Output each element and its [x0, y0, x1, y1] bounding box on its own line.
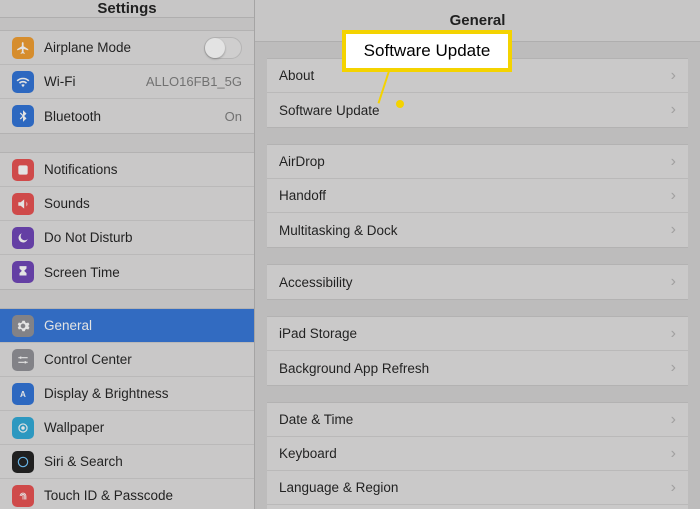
- fingerprint-icon: [12, 485, 34, 507]
- chevron-right-icon: ›: [671, 187, 676, 205]
- sliders-icon: [12, 349, 34, 371]
- detail-item-date-time[interactable]: Date & Time ›: [267, 403, 688, 437]
- sidebar-item-sounds[interactable]: Sounds: [0, 187, 254, 221]
- hourglass-icon: [12, 261, 34, 283]
- callout-box: Software Update: [342, 30, 512, 72]
- sidebar-item-wallpaper[interactable]: Wallpaper: [0, 411, 254, 445]
- chevron-right-icon: ›: [671, 411, 676, 429]
- sidebar-item-siri-search[interactable]: Siri & Search: [0, 445, 254, 479]
- sidebar-item-label: Control Center: [44, 352, 242, 367]
- chevron-right-icon: ›: [671, 479, 676, 497]
- sidebar-item-label: Do Not Disturb: [44, 230, 242, 245]
- sounds-icon: [12, 193, 34, 215]
- sidebar-item-label: Bluetooth: [44, 109, 225, 124]
- sidebar-item-label: Display & Brightness: [44, 386, 242, 401]
- sidebar-header: Settings: [0, 0, 254, 18]
- detail-item-label: Date & Time: [279, 412, 671, 427]
- chevron-right-icon: ›: [671, 445, 676, 463]
- airplane-icon: [12, 37, 34, 59]
- sidebar-item-label: Siri & Search: [44, 454, 242, 469]
- wallpaper-icon: [12, 417, 34, 439]
- chevron-right-icon: ›: [671, 221, 676, 239]
- sidebar-item-do-not-disturb[interactable]: Do Not Disturb: [0, 221, 254, 255]
- sidebar-item-label: General: [44, 318, 242, 333]
- sidebar-group-alerts: Notifications Sounds Do Not Disturb Scre…: [0, 152, 254, 290]
- sidebar-item-airplane-mode[interactable]: Airplane Mode: [0, 31, 254, 65]
- detail-group-region: Date & Time › Keyboard › Language & Regi…: [267, 402, 688, 509]
- detail-title: General: [450, 12, 506, 29]
- chevron-right-icon: ›: [671, 101, 676, 119]
- detail-item-label: Accessibility: [279, 275, 671, 290]
- detail-item-label: Multitasking & Dock: [279, 223, 671, 238]
- bluetooth-value: On: [225, 109, 242, 124]
- sidebar-item-label: Touch ID & Passcode: [44, 488, 242, 503]
- detail-item-label: Language & Region: [279, 480, 671, 495]
- sidebar-item-notifications[interactable]: Notifications: [0, 153, 254, 187]
- detail-item-dictionary[interactable]: Dictionary ›: [267, 505, 688, 509]
- display-icon: A: [12, 383, 34, 405]
- detail-item-multitasking-dock[interactable]: Multitasking & Dock ›: [267, 213, 688, 247]
- wifi-value: ALLO16FB1_5G: [146, 74, 242, 89]
- sidebar-item-label: Notifications: [44, 162, 242, 177]
- sidebar-item-display-brightness[interactable]: A Display & Brightness: [0, 377, 254, 411]
- detail-item-label: Handoff: [279, 188, 671, 203]
- chevron-right-icon: ›: [671, 325, 676, 343]
- detail-item-label: Software Update: [279, 103, 671, 118]
- sidebar-item-label: Screen Time: [44, 265, 242, 280]
- chevron-right-icon: ›: [671, 153, 676, 171]
- detail-item-keyboard[interactable]: Keyboard ›: [267, 437, 688, 471]
- sidebar-item-touch-id-passcode[interactable]: Touch ID & Passcode: [0, 479, 254, 509]
- sidebar-item-label: Wi-Fi: [44, 74, 146, 89]
- detail-item-background-app-refresh[interactable]: Background App Refresh ›: [267, 351, 688, 385]
- detail-group-accessibility: Accessibility ›: [267, 264, 688, 300]
- detail-item-software-update[interactable]: Software Update ›: [267, 93, 688, 127]
- detail-group-storage: iPad Storage › Background App Refresh ›: [267, 316, 688, 386]
- sidebar-item-general[interactable]: General: [0, 309, 254, 343]
- detail-group-continuity: AirDrop › Handoff › Multitasking & Dock …: [267, 144, 688, 248]
- sidebar-title: Settings: [97, 0, 156, 17]
- bluetooth-icon: [12, 105, 34, 127]
- notifications-icon: [12, 159, 34, 181]
- detail-item-label: Keyboard: [279, 446, 671, 461]
- sidebar-item-control-center[interactable]: Control Center: [0, 343, 254, 377]
- sidebar-item-label: Airplane Mode: [44, 40, 204, 55]
- detail-item-label: AirDrop: [279, 154, 671, 169]
- sidebar-item-wifi[interactable]: Wi-Fi ALLO16FB1_5G: [0, 65, 254, 99]
- detail-pane: General About › Software Update › AirDro…: [255, 0, 700, 509]
- chevron-right-icon: ›: [671, 359, 676, 377]
- callout-text: Software Update: [364, 41, 491, 61]
- sidebar-group-network: Airplane Mode Wi-Fi ALLO16FB1_5G Bluetoo…: [0, 30, 254, 134]
- sidebar-item-screen-time[interactable]: Screen Time: [0, 255, 254, 289]
- sidebar-item-label: Wallpaper: [44, 420, 242, 435]
- siri-icon: [12, 451, 34, 473]
- detail-item-label: Background App Refresh: [279, 361, 671, 376]
- chevron-right-icon: ›: [671, 273, 676, 291]
- svg-text:A: A: [20, 389, 26, 398]
- detail-item-label: iPad Storage: [279, 326, 671, 341]
- moon-icon: [12, 227, 34, 249]
- detail-item-handoff[interactable]: Handoff ›: [267, 179, 688, 213]
- wifi-icon: [12, 71, 34, 93]
- detail-item-ipad-storage[interactable]: iPad Storage ›: [267, 317, 688, 351]
- detail-item-accessibility[interactable]: Accessibility ›: [267, 265, 688, 299]
- settings-sidebar: Settings Airplane Mode Wi-Fi ALLO16FB1_5…: [0, 0, 255, 509]
- detail-item-language-region[interactable]: Language & Region ›: [267, 471, 688, 505]
- chevron-right-icon: ›: [671, 67, 676, 85]
- sidebar-item-label: Sounds: [44, 196, 242, 211]
- detail-item-airdrop[interactable]: AirDrop ›: [267, 145, 688, 179]
- callout-leader-dot: [396, 100, 404, 108]
- sidebar-item-bluetooth[interactable]: Bluetooth On: [0, 99, 254, 133]
- detail-body: About › Software Update › AirDrop › Hand…: [255, 42, 700, 509]
- airplane-mode-toggle[interactable]: [204, 37, 242, 59]
- gear-icon: [12, 315, 34, 337]
- sidebar-group-device: General Control Center A Display & Brigh…: [0, 308, 254, 509]
